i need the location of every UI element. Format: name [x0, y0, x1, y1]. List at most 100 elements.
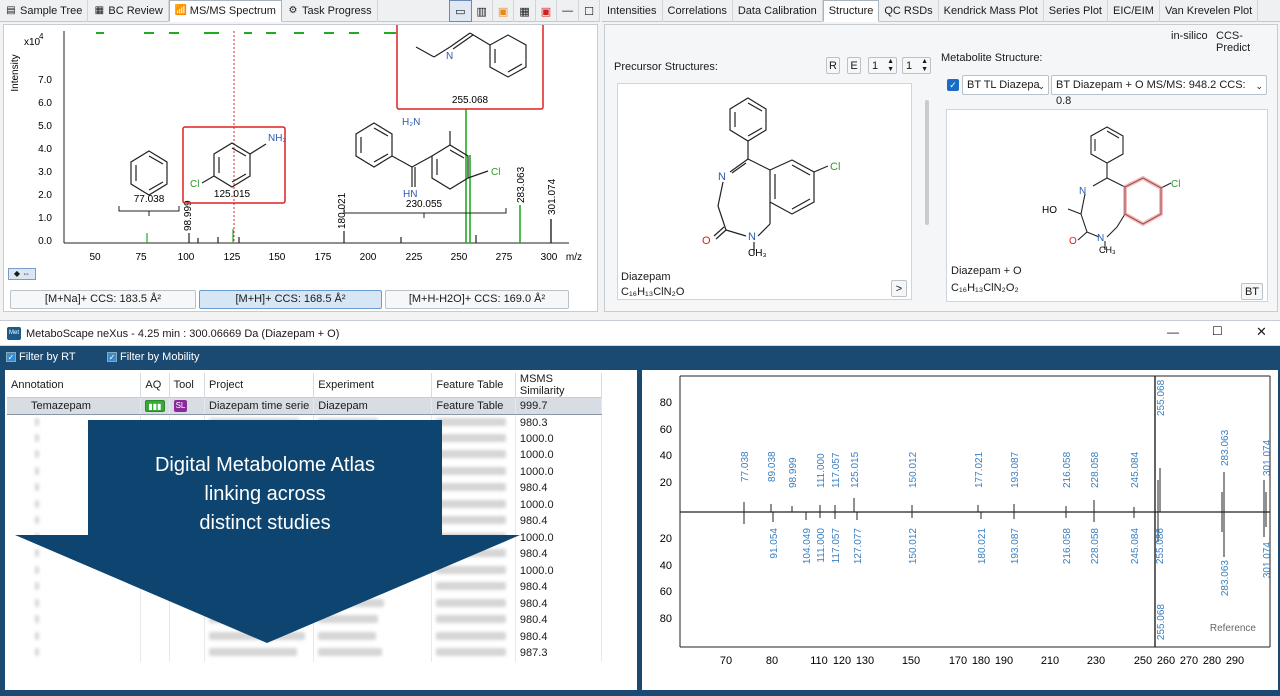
- spectrum-icon: 📶: [174, 5, 188, 16]
- tab-data-calibration[interactable]: Data Calibration: [733, 0, 823, 22]
- tab-eic-eim[interactable]: EIC/EIM: [1108, 0, 1160, 22]
- minimize-icon[interactable]: —: [557, 0, 580, 22]
- metabolite-structure-box[interactable]: N N Cl O HO CH₃ Diazepam + O C₁₆H₁₃ClN₂O…: [946, 109, 1268, 302]
- spin-2[interactable]: 1 ▲ ▼: [902, 57, 931, 74]
- svg-text:40: 40: [660, 450, 672, 462]
- svg-text:180.021: 180.021: [337, 192, 348, 229]
- svg-text:180.021: 180.021: [977, 528, 988, 565]
- tab-sample-tree[interactable]: ▤ Sample Tree: [0, 0, 89, 22]
- window-minimize-icon[interactable]: —: [1167, 325, 1179, 339]
- svg-text:20: 20: [660, 477, 672, 489]
- cell-annotation: Temazepam: [7, 397, 142, 415]
- svg-text:104.049: 104.049: [802, 528, 813, 565]
- view-toggle-icon[interactable]: ▭: [449, 0, 472, 22]
- r-button[interactable]: R: [826, 57, 840, 74]
- cell-experiment: Diazepam: [313, 397, 433, 415]
- tab-structure[interactable]: Structure: [822, 0, 880, 22]
- col-tool[interactable]: Tool: [169, 373, 206, 398]
- col-msms-similarity[interactable]: MSMS Similarity: [515, 373, 603, 398]
- filter-mobility-checkbox[interactable]: ✓: [107, 352, 117, 362]
- svg-text:Cl: Cl: [830, 161, 840, 173]
- diazepam-structure: N N Cl O CH₃: [702, 97, 840, 259]
- tab-correlations[interactable]: Correlations: [663, 0, 733, 22]
- col-feature-table[interactable]: Feature Table: [431, 373, 516, 398]
- msms-spectrum-plot[interactable]: Intensity x10 4 0.0 1.0 2.0 3.0 4.0 5.0 …: [4, 25, 597, 275]
- svg-text:111.000: 111.000: [816, 528, 827, 563]
- tab-bc-review[interactable]: ▦ BC Review: [88, 0, 169, 22]
- svg-text:260: 260: [1157, 655, 1175, 667]
- tab-van-krevelen[interactable]: Van Krevelen Plot: [1160, 0, 1259, 22]
- next-structure-button[interactable]: >: [891, 280, 907, 297]
- col-experiment[interactable]: Experiment: [313, 373, 433, 398]
- sl-badge-icon: SL: [173, 399, 188, 412]
- tab-qc-rsds[interactable]: QC RSDs: [879, 0, 939, 22]
- metabolite-dropdown-2[interactable]: BT Diazepam + O MS/MS: 948.2 CCS: 0.8 ⌄: [1051, 75, 1267, 107]
- svg-text:125.015: 125.015: [850, 451, 861, 488]
- metabolite-checkbox[interactable]: ✓: [947, 79, 959, 91]
- tab-series-plot[interactable]: Series Plot: [1044, 0, 1108, 22]
- svg-text:3.0: 3.0: [38, 167, 52, 178]
- precursor-scrollbar[interactable]: [925, 100, 929, 225]
- ccs-button-h[interactable]: [M+H]+ CCS: 168.5 Å²: [199, 290, 382, 309]
- e-button[interactable]: E: [847, 57, 861, 74]
- col-project[interactable]: Project: [204, 373, 315, 398]
- svg-text:177.021: 177.021: [974, 451, 985, 488]
- grid-tool-icon[interactable]: ▦: [514, 0, 536, 22]
- svg-text:HO: HO: [1042, 205, 1057, 216]
- insilico-link[interactable]: in-silico: [1171, 30, 1208, 42]
- metabolite-dropdown-1[interactable]: BT TL Diazepa ⌄: [962, 75, 1049, 95]
- svg-text:283.063: 283.063: [1220, 429, 1231, 466]
- n-label: N: [446, 51, 453, 62]
- fragment-label-125: 125.015: [214, 189, 251, 200]
- filter-rt-checkbox[interactable]: ✓: [6, 352, 16, 362]
- ccs-button-na[interactable]: [M+Na]+ CCS: 183.5 Å²: [10, 290, 196, 309]
- tab-task-progress[interactable]: ⚙ Task Progress: [282, 0, 378, 22]
- svg-text:230: 230: [1087, 655, 1105, 667]
- tab-msms-spectrum[interactable]: 📶 MS/MS Spectrum: [168, 0, 282, 22]
- col-annotation[interactable]: Annotation: [7, 373, 142, 398]
- tab-kendrick[interactable]: Kendrick Mass Plot: [939, 0, 1044, 22]
- ccs-predict-link[interactable]: CCS-Predict: [1216, 30, 1277, 54]
- spin-arrows-icon[interactable]: ▲ ▼: [887, 58, 894, 74]
- nh2-label: NH₂: [268, 133, 286, 144]
- fragment-label-255: 255.068: [452, 95, 489, 106]
- red-tool-icon[interactable]: ▣: [536, 0, 558, 22]
- window-maximize-icon[interactable]: ☐: [1212, 324, 1223, 338]
- spin-arrows-icon[interactable]: ▲ ▼: [921, 58, 928, 74]
- maximize-icon[interactable]: ☐: [579, 0, 600, 22]
- svg-text:O: O: [702, 235, 711, 247]
- col-aq[interactable]: AQ: [140, 373, 170, 398]
- mirror-spectrum-plot[interactable]: 80 60 40 20 20 40 60 80 70 80 110 120 13…: [642, 372, 1278, 682]
- svg-text:150.012: 150.012: [908, 528, 919, 565]
- cell-blurred: [7, 645, 142, 662]
- window-close-icon[interactable]: ✕: [1256, 324, 1267, 340]
- svg-text:80: 80: [766, 655, 778, 667]
- mirror-zoom-controls[interactable]: ⊘ ◆ ⇔: [650, 673, 688, 685]
- svg-text:127.077: 127.077: [853, 528, 864, 565]
- cl-label-2: Cl: [491, 167, 500, 178]
- bt-button[interactable]: BT: [1241, 283, 1263, 300]
- metabolite-name: Diazepam + O: [951, 265, 1022, 277]
- svg-text:283.063: 283.063: [1220, 560, 1231, 597]
- spin-1[interactable]: 1 ▲ ▼: [868, 57, 897, 74]
- ccs-button-h-h2o[interactable]: [M+H-H2O]+ CCS: 169.0 Å²: [385, 290, 569, 309]
- svg-text:Cl: Cl: [1171, 179, 1180, 190]
- fragment-label-77: 77.038: [134, 194, 165, 205]
- chevron-down-icon: ⌄: [1255, 81, 1263, 91]
- orange-tool-icon[interactable]: ▣: [493, 0, 515, 22]
- zoom-controls[interactable]: ◆ ⇔: [8, 268, 36, 280]
- svg-text:110: 110: [810, 655, 828, 667]
- window-title: MetaboScape neXus - 4.25 min : 300.06669…: [26, 328, 340, 340]
- table-row[interactable]: 987.3: [7, 645, 603, 662]
- tab-intensities[interactable]: Intensities: [602, 0, 663, 22]
- cell-project: Diazepam time serie: [204, 397, 315, 415]
- svg-text:20: 20: [660, 533, 672, 545]
- bar-chart-icon[interactable]: ▥: [472, 0, 493, 22]
- table-row[interactable]: Temazepam ▮▮▮ SL Diazepam time serie Dia…: [7, 397, 603, 415]
- precursor-structure-box[interactable]: N N Cl O CH₃ Diazepam C₁₆H₁₃ClN₂O >: [617, 83, 912, 300]
- cell-blurred: [169, 645, 206, 662]
- svg-text:255.086: 255.086: [1155, 528, 1166, 565]
- structure-panel: in-silico CCS-Predict Precursor Structur…: [604, 24, 1278, 312]
- svg-text:91.054: 91.054: [769, 528, 780, 559]
- precursor-formula: C₁₆H₁₃ClN₂O: [621, 286, 685, 298]
